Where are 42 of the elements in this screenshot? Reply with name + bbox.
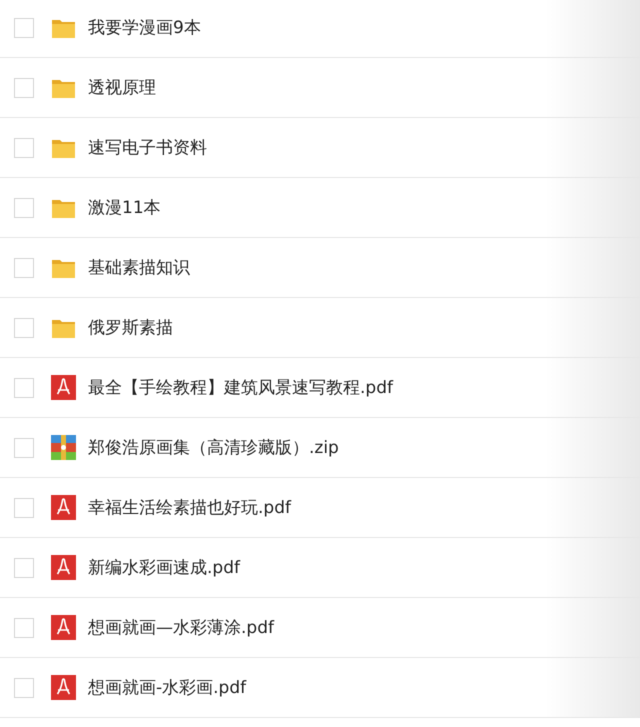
checkbox[interactable] bbox=[14, 18, 34, 38]
pdf-icon bbox=[51, 495, 76, 520]
file-name[interactable]: 俄罗斯素描 bbox=[88, 316, 173, 339]
file-row[interactable]: 基础素描知识 bbox=[0, 238, 640, 298]
checkbox[interactable] bbox=[14, 138, 34, 158]
file-name[interactable]: 我要学漫画9本 bbox=[88, 16, 201, 39]
checkbox[interactable] bbox=[14, 438, 34, 458]
file-name[interactable]: 想画就画—水彩薄涂.pdf bbox=[88, 616, 274, 639]
pdf-icon bbox=[51, 675, 76, 700]
checkbox[interactable] bbox=[14, 678, 34, 698]
file-row[interactable]: 想画就画-水彩画.pdf bbox=[0, 658, 640, 718]
file-row[interactable]: 郑俊浩原画集（高清珍藏版）.zip bbox=[0, 418, 640, 478]
pdf-icon bbox=[51, 555, 76, 580]
file-name[interactable]: 新编水彩画速成.pdf bbox=[88, 556, 240, 579]
archive-icon bbox=[51, 435, 76, 460]
checkbox[interactable] bbox=[14, 258, 34, 278]
checkbox[interactable] bbox=[14, 198, 34, 218]
file-name[interactable]: 激漫11本 bbox=[88, 196, 161, 219]
file-row[interactable]: 激漫11本 bbox=[0, 178, 640, 238]
file-row[interactable]: 幸福生活绘素描也好玩.pdf bbox=[0, 478, 640, 538]
file-name[interactable]: 透视原理 bbox=[88, 76, 156, 99]
file-name[interactable]: 想画就画-水彩画.pdf bbox=[88, 676, 246, 699]
checkbox[interactable] bbox=[14, 378, 34, 398]
file-row[interactable]: 想画就画—水彩薄涂.pdf bbox=[0, 598, 640, 658]
checkbox[interactable] bbox=[14, 618, 34, 638]
pdf-icon bbox=[51, 615, 76, 640]
file-name[interactable]: 速写电子书资料 bbox=[88, 136, 207, 159]
file-row[interactable]: 我要学漫画9本 bbox=[0, 0, 640, 58]
checkbox[interactable] bbox=[14, 498, 34, 518]
file-name[interactable]: 郑俊浩原画集（高清珍藏版）.zip bbox=[88, 436, 339, 459]
checkbox[interactable] bbox=[14, 78, 34, 98]
checkbox[interactable] bbox=[14, 558, 34, 578]
pdf-icon bbox=[51, 375, 76, 400]
file-name[interactable]: 基础素描知识 bbox=[88, 256, 190, 279]
file-row[interactable]: 最全【手绘教程】建筑风景速写教程.pdf bbox=[0, 358, 640, 418]
file-row[interactable]: 速写电子书资料 bbox=[0, 118, 640, 178]
file-name[interactable]: 最全【手绘教程】建筑风景速写教程.pdf bbox=[88, 376, 393, 399]
file-row[interactable]: 新编水彩画速成.pdf bbox=[0, 538, 640, 598]
file-row[interactable]: 透视原理 bbox=[0, 58, 640, 118]
checkbox[interactable] bbox=[14, 318, 34, 338]
file-row[interactable]: 俄罗斯素描 bbox=[0, 298, 640, 358]
file-name[interactable]: 幸福生活绘素描也好玩.pdf bbox=[88, 496, 291, 519]
